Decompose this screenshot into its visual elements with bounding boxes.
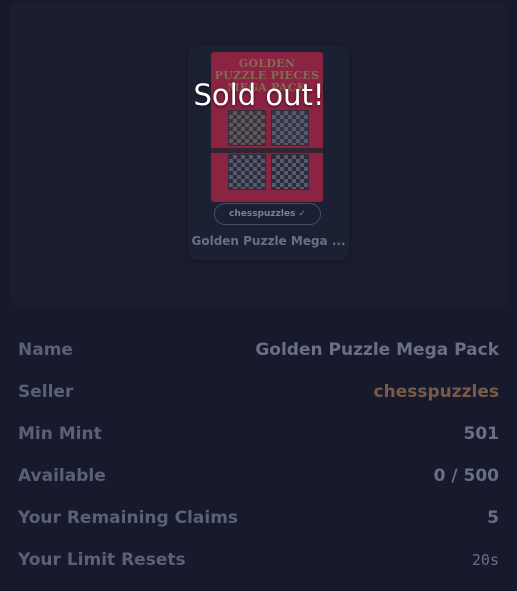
pack-image: GOLDEN PUZZLE PIECES MEGA PACK	[211, 52, 323, 202]
seller-badge[interactable]: chesspuzzles ✓	[214, 203, 321, 225]
detail-row-limit-resets: Your Limit Resets 20s	[18, 541, 499, 583]
detail-row-name: Name Golden Puzzle Mega Pack	[18, 331, 499, 373]
detail-value-name: Golden Puzzle Mega Pack	[255, 340, 499, 360]
check-icon: ✓	[298, 209, 306, 219]
detail-row-seller: Seller chesspuzzles	[18, 373, 499, 415]
chessboard-image	[271, 154, 309, 190]
detail-label: Min Mint	[18, 424, 102, 444]
drop-page: GOLDEN PUZZLE PIECES MEGA PACK chesspuzz…	[0, 0, 517, 591]
detail-label: Available	[18, 466, 106, 486]
sold-out-overlay: Sold out!	[193, 78, 325, 112]
detail-label: Seller	[18, 382, 74, 402]
detail-row-available: Available 0 / 500	[18, 457, 499, 499]
seller-link[interactable]: chesspuzzles	[374, 373, 499, 411]
detail-label: Your Remaining Claims	[18, 508, 239, 528]
detail-label: Name	[18, 340, 73, 360]
detail-row-remaining-claims: Your Remaining Claims 5	[18, 499, 499, 541]
detail-value-min-mint: 501	[463, 424, 500, 444]
chessboard-image	[271, 110, 309, 146]
drop-details: Name Golden Puzzle Mega Pack Seller ches…	[18, 331, 499, 583]
chessboard-image	[228, 110, 266, 146]
seller-badge-label: chesspuzzles	[229, 209, 296, 219]
detail-row-min-mint: Min Mint 501	[18, 415, 499, 457]
chessboard-image	[228, 154, 266, 190]
card-title: Golden Puzzle Mega ...	[191, 234, 346, 248]
pack-band	[211, 148, 323, 153]
detail-label: Your Limit Resets	[18, 550, 186, 570]
drop-preview-panel: GOLDEN PUZZLE PIECES MEGA PACK chesspuzz…	[10, 2, 508, 307]
detail-value-limit-resets: 20s	[471, 551, 499, 569]
detail-value-available: 0 / 500	[433, 466, 499, 486]
detail-value-remaining-claims: 5	[487, 508, 499, 528]
